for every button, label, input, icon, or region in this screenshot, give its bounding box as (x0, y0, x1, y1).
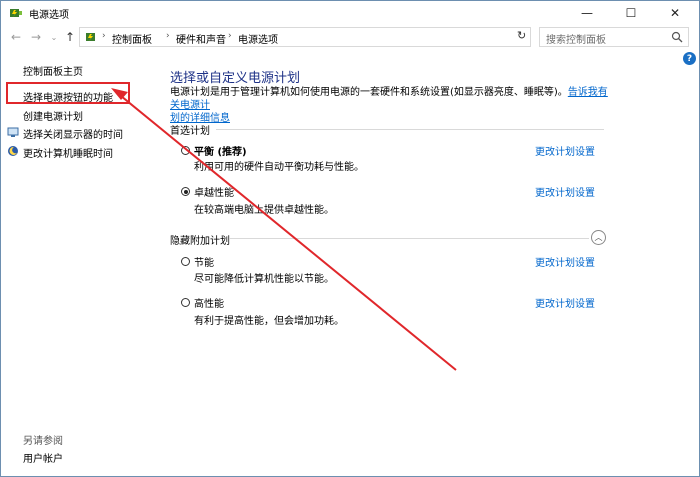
plan-ultimate-desc: 在较高端电脑上提供卓越性能。 (194, 205, 334, 216)
see-also-user-accounts[interactable]: 用户帐户 (23, 450, 63, 465)
up-arrow-icon[interactable]: ↑ (61, 28, 79, 46)
see-also-heading: 另请参阅 (23, 436, 63, 447)
divider (216, 129, 604, 130)
plan-balanced-name[interactable]: 平衡 (推荐) (194, 143, 247, 158)
window-title: 电源选项 (29, 10, 69, 21)
sidebar-item-display-off-time[interactable]: 选择关闭显示器的时间 (23, 126, 123, 141)
search-control-panel-input[interactable]: 搜索控制面板 (539, 27, 689, 47)
description-text: 电源计划是用于管理计算机如何使用电源的一套硬件和系统设置(如显示器亮度、睡眠等)… (170, 87, 568, 98)
breadcrumb-separator-icon: › (166, 31, 170, 41)
plan-power-saver-name[interactable]: 节能 (194, 254, 214, 269)
plan-power-saver-radio[interactable] (181, 257, 190, 266)
hidden-plans-heading: 隐藏附加计划 (170, 236, 230, 247)
sidebar-item-create-plan[interactable]: 创建电源计划 (23, 108, 83, 123)
close-button[interactable]: ✕ (653, 1, 697, 25)
breadcrumb-separator-icon: › (228, 31, 232, 41)
sidebar-control-panel-home[interactable]: 控制面板主页 (23, 63, 83, 78)
breadcrumb-power-options[interactable]: 电源选项 (238, 31, 278, 46)
power-options-window: 电源选项 — ☐ ✕ ← → ⌄ ↑ › 控制面板 › 硬件和声音 › 电源选项… (0, 0, 700, 477)
plan-power-saver-desc: 尽可能降低计算机性能以节能。 (194, 274, 334, 285)
page-description: 电源计划是用于管理计算机如何使用电源的一套硬件和系统设置(如显示器亮度、睡眠等)… (170, 86, 610, 125)
sidebar-item-sleep-time[interactable]: 更改计算机睡眠时间 (23, 145, 113, 160)
collapse-chevron-up-icon[interactable]: ︿ (591, 230, 606, 245)
plan-ultimate-radio[interactable] (181, 187, 190, 196)
breadcrumb-hardware-sound[interactable]: 硬件和声音 (176, 31, 226, 46)
minimize-button[interactable]: — (565, 1, 609, 25)
preferred-plans-heading: 首选计划 (170, 126, 210, 137)
breadcrumb-separator-icon: › (102, 31, 106, 41)
address-bar[interactable]: › 控制面板 › 硬件和声音 › 电源选项 ⌄ (79, 27, 584, 47)
forward-arrow-icon[interactable]: → (27, 28, 45, 46)
plan-high-performance-radio[interactable] (181, 298, 190, 307)
control-panel-icon (86, 33, 95, 41)
plan-ultimate-change-settings[interactable]: 更改计划设置 (535, 184, 595, 199)
maximize-button[interactable]: ☐ (609, 1, 653, 25)
help-icon[interactable]: ? (683, 52, 696, 65)
sleep-moon-icon (8, 146, 18, 156)
display-shield-icon (7, 127, 19, 137)
title-bar: 电源选项 — ☐ ✕ (1, 1, 699, 25)
refresh-icon[interactable]: ↻ (517, 29, 526, 42)
search-icon[interactable] (671, 31, 683, 43)
plan-ultimate-name[interactable]: 卓越性能 (194, 184, 234, 199)
divider (229, 238, 589, 239)
breadcrumb-control-panel[interactable]: 控制面板 (112, 31, 152, 46)
plan-balanced-radio[interactable] (181, 146, 190, 155)
plan-power-saver-change-settings[interactable]: 更改计划设置 (535, 254, 595, 269)
plan-balanced-change-settings[interactable]: 更改计划设置 (535, 143, 595, 158)
plan-balanced-desc: 利用可用的硬件自动平衡功耗与性能。 (194, 162, 364, 173)
highlight-box (6, 82, 130, 104)
back-arrow-icon[interactable]: ← (7, 28, 25, 46)
plan-high-performance-name[interactable]: 高性能 (194, 295, 224, 310)
search-placeholder: 搜索控制面板 (546, 35, 606, 46)
plan-high-performance-desc: 有利于提高性能，但会增加功耗。 (194, 316, 344, 327)
page-title: 选择或自定义电源计划 (170, 71, 301, 86)
power-options-icon (10, 9, 22, 17)
plan-high-performance-change-settings[interactable]: 更改计划设置 (535, 295, 595, 310)
